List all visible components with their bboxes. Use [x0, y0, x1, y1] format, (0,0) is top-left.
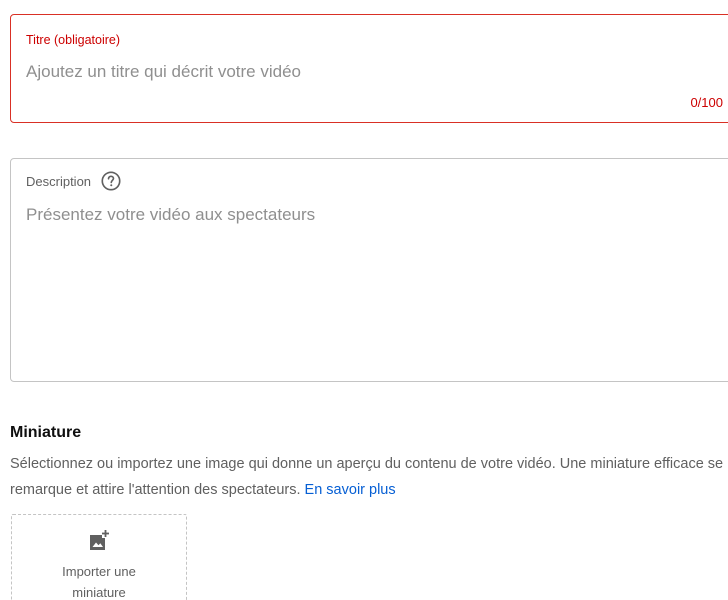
thumbnail-description: Sélectionnez ou importez une image qui d… — [10, 451, 725, 503]
title-field[interactable]: Titre (obligatoire) Ajoutez un titre qui… — [10, 14, 728, 123]
add-photo-icon — [90, 530, 109, 550]
title-label: Titre (obligatoire) — [26, 33, 121, 47]
upload-thumbnail-label: Importer une miniature — [62, 564, 136, 600]
upload-thumbnail-button[interactable]: Importer une miniature — [11, 514, 187, 600]
thumbnail-heading: Miniature — [10, 424, 82, 441]
description-input[interactable]: Présentez votre vidéo aux spectateurs — [26, 205, 315, 225]
description-label-row: Description — [26, 169, 123, 193]
learn-more-link[interactable]: En savoir plus — [305, 482, 396, 498]
title-char-counter: 0/100 — [690, 95, 723, 110]
description-label: Description — [26, 173, 92, 189]
question-circle-icon[interactable] — [99, 169, 123, 193]
description-field[interactable]: Description Présentez votre vidéo aux sp… — [10, 158, 728, 382]
video-details-form: Titre (obligatoire) Ajoutez un titre qui… — [0, 0, 728, 600]
title-input[interactable]: Ajoutez un titre qui décrit votre vidéo — [26, 62, 301, 82]
